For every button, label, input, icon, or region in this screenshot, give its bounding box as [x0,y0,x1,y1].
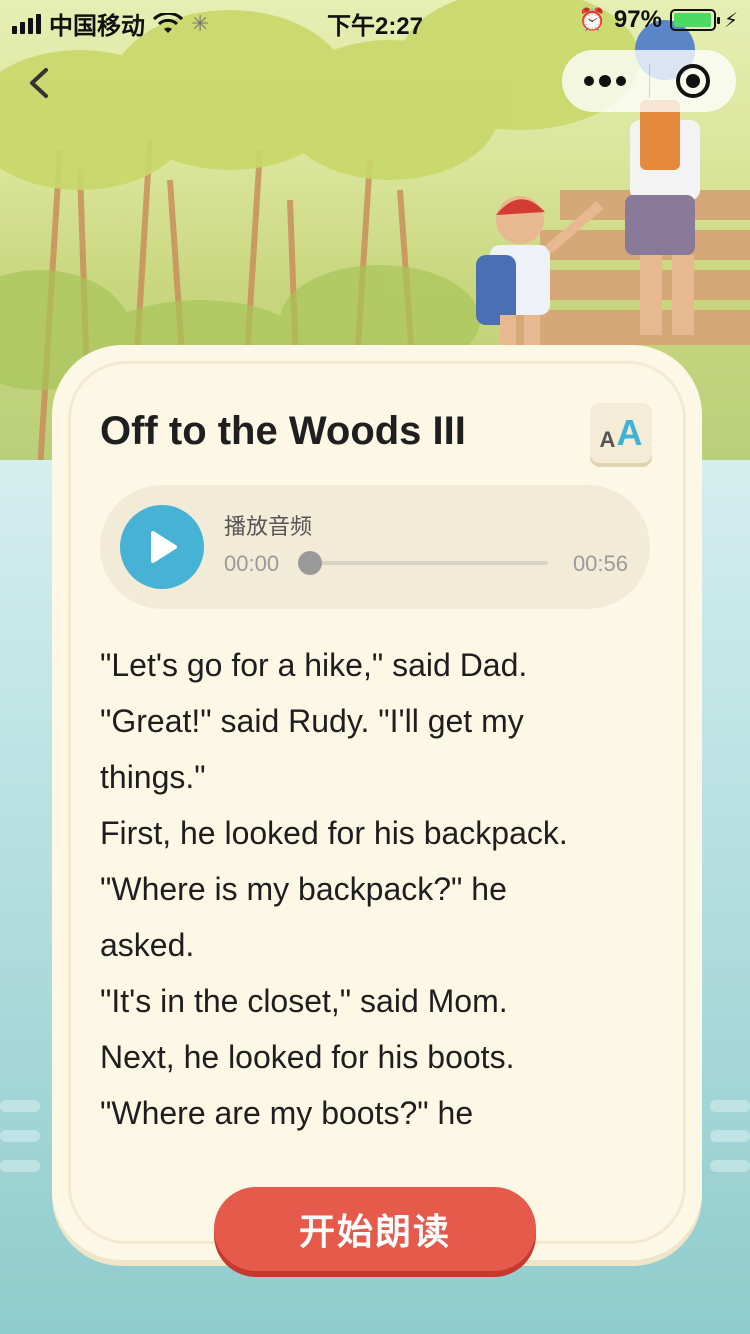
font-size-large-glyph: A [616,412,643,453]
status-bar: 中国移动 ✳ 下午2:27 ⏰ 97% ⚡ [0,0,750,40]
story-line: First, he looked for his backpack. [100,815,568,851]
reading-card: Off to the Woods III A A 播放音频 00:00 00:5… [52,345,702,1260]
more-dots-icon [584,75,627,87]
mini-program-capsule [562,50,736,112]
back-button[interactable] [20,58,64,108]
audio-progress-slider[interactable] [298,551,548,575]
font-size-small-glyph: A [599,427,616,452]
story-line: "Where is my backpack?" he [100,871,507,907]
story-line: "It's in the closet," said Mom. [100,983,508,1019]
story-text: "Let's go for a hike," said Dad. "Great!… [100,637,660,1157]
chevron-left-icon [30,68,48,98]
story-line: things." [100,759,206,795]
audio-duration: 00:56 [572,551,628,576]
charging-icon: ⚡ [723,9,738,32]
audio-current-time: 00:00 [224,551,280,576]
play-icon [151,531,177,563]
story-line: Next, he looked for his boots. [100,1039,515,1075]
alarm-icon: ⏰ [578,7,606,32]
battery-icon [669,9,720,31]
story-line: "Where are my boots?" he [100,1095,474,1131]
play-button[interactable] [120,505,204,589]
close-button[interactable] [650,50,737,112]
target-circle-icon [675,64,710,98]
story-line: asked. [100,927,195,963]
story-line: "Let's go for a hike," said Dad. [100,647,528,683]
font-size-button[interactable]: A A [590,403,652,463]
start-reading-button[interactable]: 开始朗读 [214,1187,536,1271]
audio-progress-thumb[interactable] [298,551,322,575]
more-button[interactable] [562,50,649,112]
audio-player: 播放音频 00:00 00:56 [100,485,650,609]
story-line: "Great!" said Rudy. "I'll get my [100,703,524,739]
audio-label: 播放音频 [224,514,313,539]
battery-percent: 97% [613,6,662,33]
lesson-title: Off to the Woods III [100,409,466,453]
